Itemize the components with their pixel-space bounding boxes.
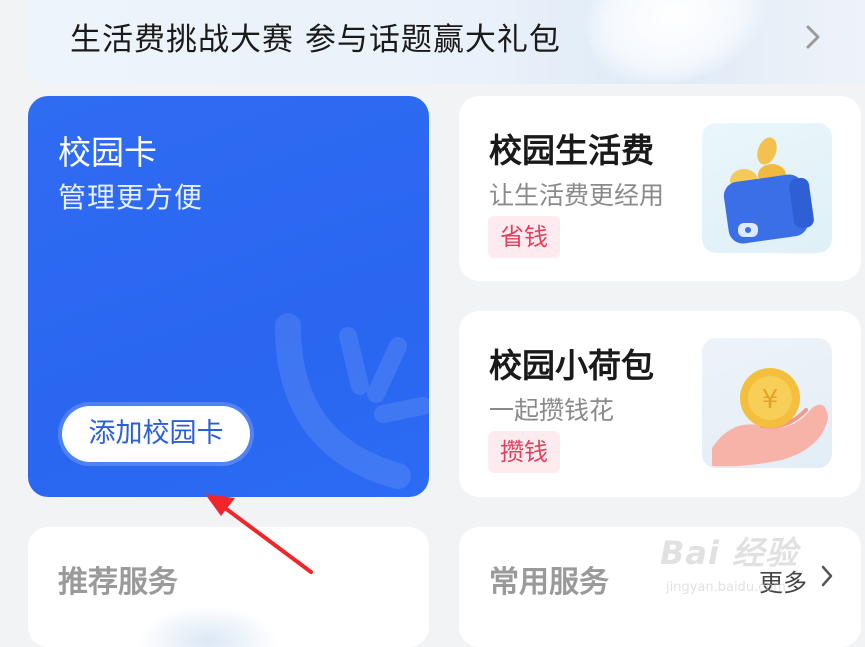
living-expense-tag: 省钱 — [488, 216, 560, 258]
chevron-right-icon[interactable] — [819, 563, 835, 589]
chevron-right-icon[interactable] — [802, 22, 824, 52]
campus-card-title: 校园卡 — [58, 133, 157, 172]
banner-decoration — [575, 0, 781, 84]
annotation-arrow-icon — [205, 494, 313, 574]
campus-card-subtitle: 管理更方便 — [58, 181, 204, 214]
campus-card-tile[interactable]: 校园卡 管理更方便 添加校园卡 — [28, 96, 429, 497]
recommended-services-title: 推荐服务 — [58, 565, 178, 600]
living-expense-subtitle: 让生活费更经用 — [489, 181, 665, 210]
living-expense-title: 校园生活费 — [489, 131, 654, 170]
lotus-purse-title: 校园小荷包 — [489, 346, 654, 385]
hand-coin-icon: ¥ — [702, 338, 832, 468]
lotus-purse-subtitle: 一起攒钱花 — [489, 396, 615, 425]
watermark-url: jingyan.baidu.com — [666, 580, 786, 595]
nfc-decoration-icon — [275, 313, 429, 489]
promo-banner[interactable]: 生活费挑战大赛 参与话题赢大礼包 — [28, 0, 865, 84]
lotus-purse-tag: 攒钱 — [488, 431, 560, 473]
add-campus-card-button[interactable]: 添加校园卡 — [62, 406, 250, 462]
wallet-coins-icon — [702, 123, 832, 253]
common-services-title: 常用服务 — [489, 565, 609, 600]
recommended-decoration — [138, 605, 278, 647]
baidu-watermark: Bai 经验 jingyan.baidu.com — [660, 528, 820, 598]
lotus-purse-tile[interactable]: 校园小荷包 一起攒钱花 攒钱 ¥ — [459, 311, 861, 497]
svg-text:¥: ¥ — [762, 385, 779, 415]
banner-title: 生活费挑战大赛 参与话题赢大礼包 — [70, 22, 561, 58]
watermark-logo-text: Bai 经验 — [660, 534, 799, 572]
living-expense-tile[interactable]: 校园生活费 让生活费更经用 省钱 — [459, 96, 861, 281]
